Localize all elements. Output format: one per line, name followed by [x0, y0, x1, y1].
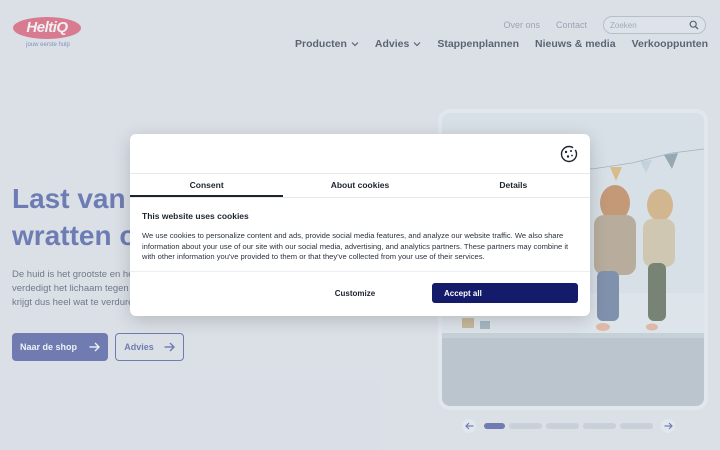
customize-button[interactable]: Customize	[282, 283, 428, 303]
dialog-body: This website uses cookies We use cookies…	[130, 198, 590, 272]
accept-all-button[interactable]: Accept all	[432, 283, 578, 303]
tab-about-cookies[interactable]: About cookies	[283, 174, 436, 197]
cookie-icon	[560, 145, 578, 163]
dialog-text: We use cookies to personalize content an…	[142, 231, 569, 261]
cookie-consent-dialog: Consent About cookies Details This websi…	[130, 134, 590, 316]
dialog-actions: Customize Accept all	[130, 272, 590, 315]
tab-details[interactable]: Details	[437, 174, 590, 197]
tab-consent[interactable]: Consent	[130, 174, 284, 197]
dialog-heading: This website uses cookies	[142, 211, 249, 221]
dialog-tabs: Consent About cookies Details	[130, 174, 590, 198]
dialog-header	[130, 134, 590, 174]
